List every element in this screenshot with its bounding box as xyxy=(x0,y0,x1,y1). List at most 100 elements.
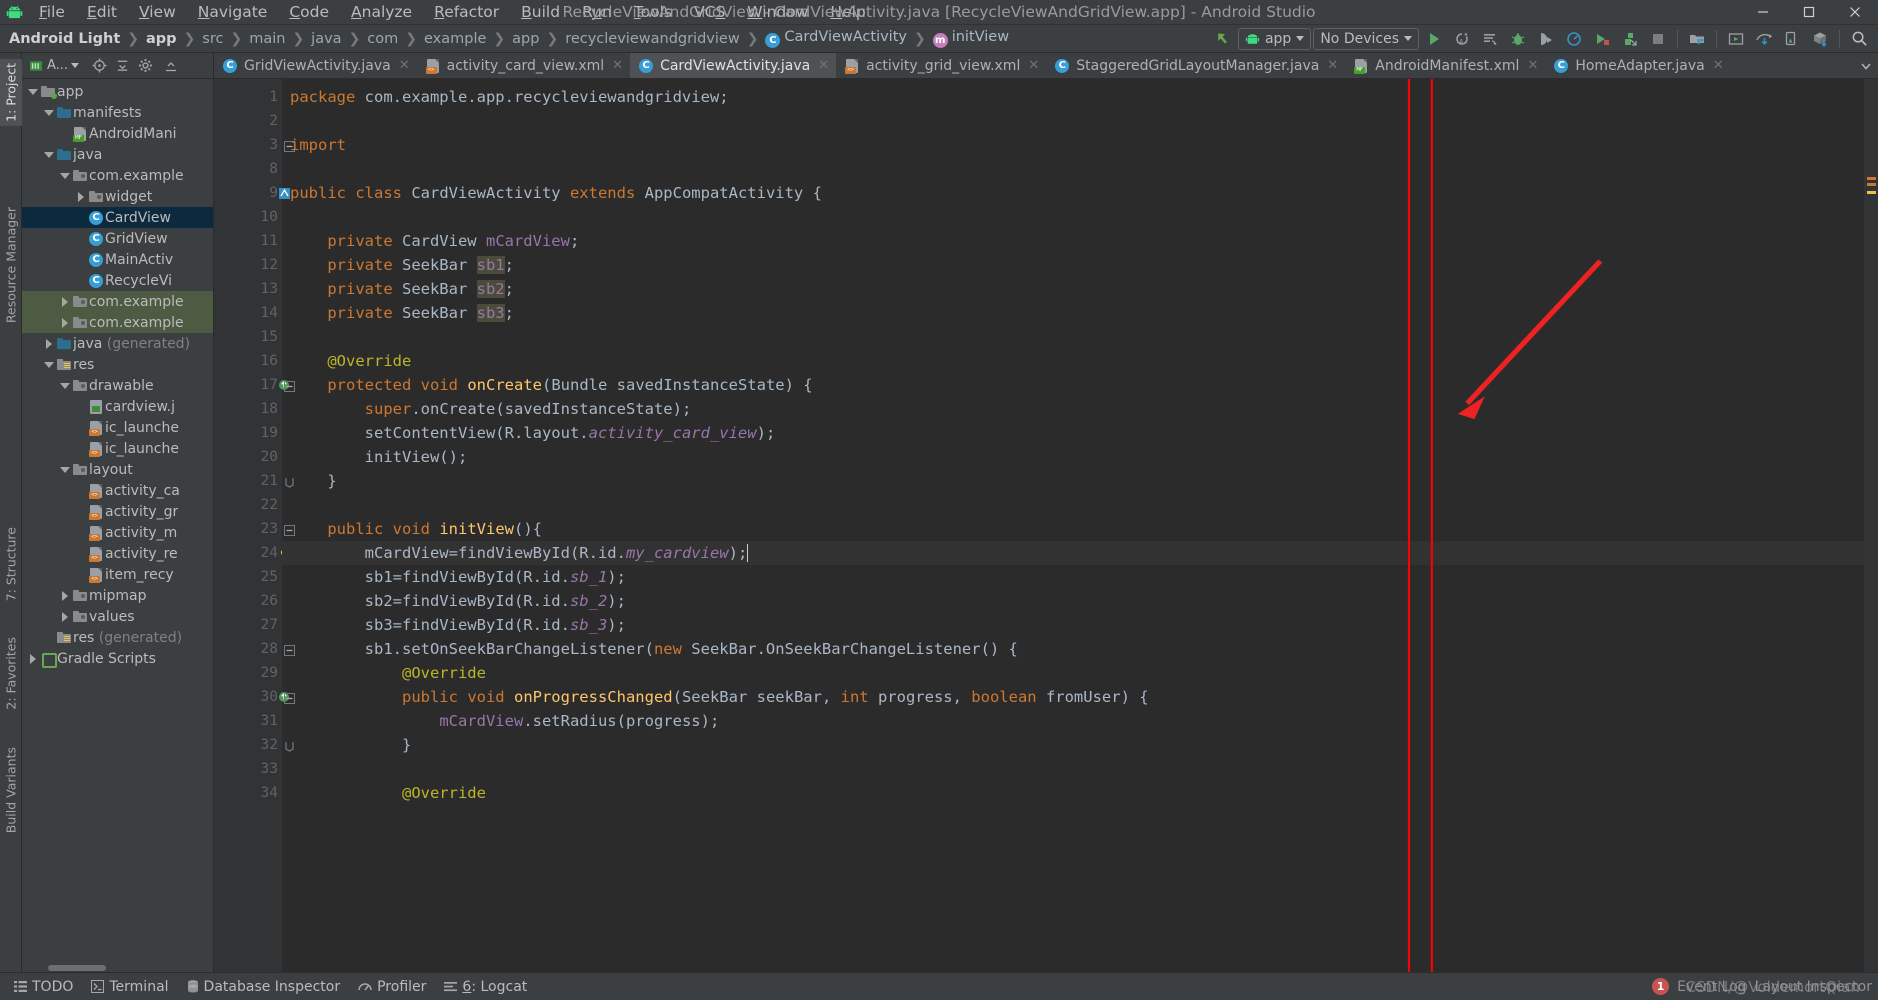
code-line[interactable]: sb2=findViewById(R.id.sb_2); xyxy=(282,589,1864,613)
menu-item-help[interactable]: Help xyxy=(819,1,876,23)
editor-tab-homeadapter-java[interactable]: C HomeAdapter.java ✕ xyxy=(1545,53,1730,78)
editor-tab-cardviewactivity-java[interactable]: C CardViewActivity.java ✕ xyxy=(630,53,837,78)
menu-item-vcs[interactable]: VCS xyxy=(683,1,736,23)
line-number[interactable]: 31 xyxy=(214,709,282,733)
menu-item-refactor[interactable]: Refactor xyxy=(423,1,510,23)
code-line[interactable]: sb1=findViewById(R.id.sb_1); xyxy=(282,565,1864,589)
code-line[interactable] xyxy=(282,493,1864,517)
breadcrumb-item-app[interactable]: app xyxy=(143,30,180,48)
chevron-right-icon[interactable] xyxy=(58,611,71,622)
code-line[interactable] xyxy=(282,757,1864,781)
code-line[interactable]: super.onCreate(savedInstanceState); xyxy=(282,397,1864,421)
sdk-manager-button[interactable] xyxy=(1617,27,1643,51)
editor-tab-staggeredgridlayoutmanager-java[interactable]: C StaggeredGridLayoutManager.java ✕ xyxy=(1046,53,1345,78)
line-number[interactable]: 1 xyxy=(214,85,282,109)
close-icon[interactable]: ✕ xyxy=(818,58,829,73)
line-number[interactable]: 3 xyxy=(214,133,295,157)
stop-button[interactable] xyxy=(1645,27,1671,51)
close-icon[interactable]: ✕ xyxy=(612,58,623,73)
code-line[interactable]: private SeekBar sb3; xyxy=(282,301,1864,325)
gradle-sync-icon[interactable] xyxy=(1807,27,1833,51)
tree-node[interactable]: res (generated) xyxy=(22,627,213,648)
maximize-button[interactable] xyxy=(1786,0,1832,25)
tree-node[interactable]: <> item_recy xyxy=(22,564,213,585)
run-with-coverage-button[interactable] xyxy=(1589,27,1615,51)
locate-icon[interactable] xyxy=(89,56,110,76)
menu-item-file[interactable]: File xyxy=(28,1,76,23)
profile-button[interactable] xyxy=(1561,27,1587,51)
editor-tab-activity-card-view-xml[interactable]: <> activity_card_view.xml ✕ xyxy=(417,53,630,78)
chevron-down-icon[interactable] xyxy=(42,109,55,116)
breadcrumb-item-src[interactable]: src xyxy=(199,30,226,48)
close-icon[interactable]: ✕ xyxy=(1327,58,1338,73)
tree-node[interactable]: <> activity_re xyxy=(22,543,213,564)
search-icon[interactable] xyxy=(1846,27,1872,51)
apply-changes-and-restart-button[interactable]: A xyxy=(1449,27,1475,51)
chevron-down-icon[interactable] xyxy=(58,466,71,473)
tool-window-project[interactable]: 1: Project xyxy=(0,59,22,126)
attach-debugger-icon[interactable] xyxy=(1533,27,1559,51)
tree-node[interactable]: <> activity_ca xyxy=(22,480,213,501)
editor-tab-gridviewactivity-java[interactable]: C GridViewActivity.java ✕ xyxy=(214,53,417,78)
bottom-tab-database-inspector[interactable]: Database Inspector xyxy=(179,977,349,997)
tree-node[interactable]: C MainActiv xyxy=(22,249,213,270)
code-line[interactable]: package com.example.app.recycleviewandgr… xyxy=(282,85,1864,109)
code-line[interactable]: public void initView(){ xyxy=(282,517,1864,541)
code-line[interactable]: } xyxy=(282,733,1864,757)
editor-tab-activity-grid-view-xml[interactable]: <> activity_grid_view.xml ✕ xyxy=(836,53,1046,78)
line-number[interactable]: 2 xyxy=(214,109,282,133)
line-number[interactable]: 18 xyxy=(214,397,282,421)
chevron-down-icon[interactable] xyxy=(42,151,55,158)
menu-item-edit[interactable]: Edit xyxy=(76,1,128,23)
tree-node[interactable]: MF AndroidMani xyxy=(22,123,213,144)
menu-item-code[interactable]: Code xyxy=(278,1,340,23)
line-number[interactable]: 30 xyxy=(214,685,295,709)
chevron-right-icon[interactable] xyxy=(74,191,87,202)
menu-item-window[interactable]: Window xyxy=(736,1,819,23)
code-line[interactable]: setContentView(R.layout.activity_card_vi… xyxy=(282,421,1864,445)
line-number[interactable]: 28 xyxy=(214,637,295,661)
tree-node[interactable]: java (generated) xyxy=(22,333,213,354)
chevron-down-icon[interactable] xyxy=(58,382,71,389)
line-number[interactable]: 8 xyxy=(214,157,282,181)
project-structure-button[interactable] xyxy=(1684,27,1710,51)
code-line[interactable]: sb3=findViewById(R.id.sb_3); xyxy=(282,613,1864,637)
tree-node[interactable]: values xyxy=(22,606,213,627)
tree-node[interactable]: app xyxy=(22,81,213,102)
code-line[interactable]: private SeekBar sb1; xyxy=(282,253,1864,277)
code-line[interactable]: sb1.setOnSeekBarChangeListener(new SeekB… xyxy=(282,637,1864,661)
bottom-tab-todo[interactable]: TODO xyxy=(6,977,81,997)
tree-node[interactable]: com.example xyxy=(22,312,213,333)
line-number[interactable]: 33 xyxy=(214,757,282,781)
editor-tab-androidmanifest-xml[interactable]: MF AndroidManifest.xml ✕ xyxy=(1345,53,1545,78)
line-number[interactable]: 34 xyxy=(214,781,282,805)
code-line[interactable] xyxy=(282,109,1864,133)
code-line[interactable]: initView(); xyxy=(282,445,1864,469)
minimize-button[interactable] xyxy=(1740,0,1786,25)
breadcrumb-item-app[interactable]: app xyxy=(509,30,542,48)
line-number[interactable]: 16 xyxy=(214,349,282,373)
line-number[interactable]: 15 xyxy=(214,325,282,349)
code-line[interactable]: import ... xyxy=(282,133,1864,157)
chevron-right-icon[interactable] xyxy=(58,296,71,307)
line-number[interactable]: 24 xyxy=(214,541,289,565)
menu-item-build[interactable]: Build xyxy=(510,1,571,23)
tool-window-resource-manager[interactable]: Resource Manager xyxy=(0,203,22,327)
tree-node[interactable]: <> activity_gr xyxy=(22,501,213,522)
tree-node[interactable]: <> ic_launche xyxy=(22,438,213,459)
tree-node[interactable]: com.example xyxy=(22,291,213,312)
run-button[interactable] xyxy=(1421,27,1447,51)
collapse-all-icon[interactable] xyxy=(112,56,133,76)
close-icon[interactable]: ✕ xyxy=(1028,58,1039,73)
chevron-right-icon[interactable] xyxy=(26,653,39,664)
project-tree[interactable]: app manifests MF AndroidMani java com.example… xyxy=(22,79,213,963)
breadcrumb-item-example[interactable]: example xyxy=(421,30,489,48)
avd-manager-button[interactable] xyxy=(1723,27,1749,51)
line-number[interactable]: 17 xyxy=(214,373,295,397)
line-number[interactable]: 20 xyxy=(214,445,282,469)
bottom-tab-terminal[interactable]: Terminal xyxy=(83,977,176,997)
tree-node[interactable]: java xyxy=(22,144,213,165)
code-line[interactable]: public class CardViewActivity extends Ap… xyxy=(282,181,1864,205)
close-icon[interactable]: ✕ xyxy=(399,58,410,73)
debug-button[interactable] xyxy=(1505,27,1531,51)
